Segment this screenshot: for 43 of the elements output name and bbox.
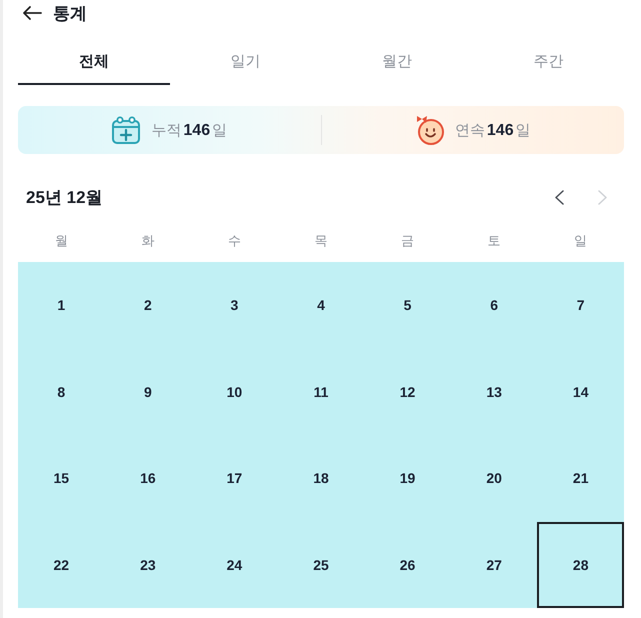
calendar-day[interactable]: 13 <box>450 348 538 435</box>
calendar-day[interactable]: 11 <box>278 348 364 435</box>
calendar-day[interactable]: 25 <box>278 522 364 608</box>
weekday-label: 일 <box>573 232 588 250</box>
weekday-label: 월 <box>54 232 69 250</box>
calendar-plus-icon <box>111 115 142 145</box>
calendar-day[interactable]: 27 <box>450 522 538 608</box>
chevron-left-icon[interactable] <box>555 190 564 204</box>
calendar-day[interactable]: 15 <box>18 435 105 522</box>
calendar-day[interactable]: 17 <box>191 435 278 522</box>
calendar-day[interactable]: 6 <box>450 262 538 348</box>
calendar-day[interactable]: 22 <box>18 522 105 608</box>
calendar-day[interactable]: 10 <box>191 348 278 435</box>
calendar-day[interactable]: 20 <box>450 435 538 522</box>
weekday-label: 수 <box>226 232 242 250</box>
weekday-label: 토 <box>486 232 502 250</box>
calendar-day[interactable]: 8 <box>18 348 105 435</box>
smiley-face-icon <box>414 115 445 145</box>
weekday-label: 화 <box>140 232 156 250</box>
month-title: 25년 12월 <box>26 186 104 208</box>
calendar-day[interactable]: 5 <box>364 262 451 348</box>
weekday-label: 목 <box>313 232 328 250</box>
calendar-day[interactable]: 18 <box>278 435 364 522</box>
calendar-day[interactable]: 28 <box>537 522 624 608</box>
calendar-day[interactable]: 26 <box>364 522 451 608</box>
tab[interactable]: 전체 <box>18 40 170 85</box>
weekday-label: 금 <box>400 232 416 250</box>
back-arrow-icon[interactable] <box>22 5 42 21</box>
calendar-day[interactable]: 19 <box>364 435 451 522</box>
page-title: 통계 <box>53 2 87 24</box>
calendar-day[interactable]: 23 <box>104 522 192 608</box>
calendar-day[interactable]: 7 <box>537 262 624 348</box>
calendar-day[interactable]: 14 <box>537 348 624 435</box>
calendar-day[interactable]: 12 <box>364 348 451 435</box>
calendar-day[interactable]: 4 <box>278 262 364 348</box>
calendar-day[interactable]: 9 <box>104 348 192 435</box>
calendar-day[interactable]: 1 <box>18 262 105 348</box>
calendar-day[interactable]: 16 <box>104 435 192 522</box>
calendar-day[interactable]: 21 <box>537 435 624 522</box>
calendar-day[interactable]: 3 <box>191 262 278 348</box>
calendar-day[interactable]: 2 <box>104 262 192 348</box>
stat-text: 연속146일 <box>454 120 531 140</box>
calendar-day[interactable]: 24 <box>191 522 278 608</box>
